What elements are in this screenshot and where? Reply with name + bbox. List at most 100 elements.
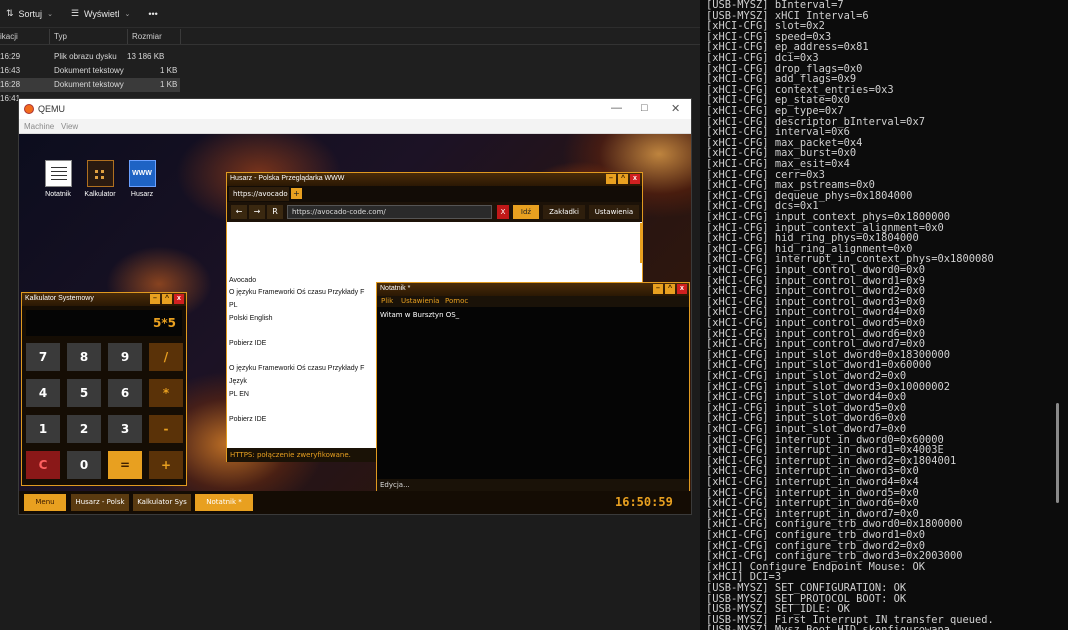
- forward-button[interactable]: →: [249, 205, 265, 219]
- file-size: 13 186 KB: [127, 52, 165, 61]
- calc-key-equals[interactable]: =: [108, 451, 142, 479]
- terminal-line: [USB-MYSZ] SET_CONFIGURATION: OK: [706, 582, 907, 594]
- desktop-icon-calculator[interactable]: Kalkulator: [77, 160, 123, 198]
- qemu-menubar: Machine View: [19, 119, 691, 134]
- menu-view[interactable]: View: [61, 122, 78, 131]
- calc-key-3[interactable]: 3: [108, 415, 142, 443]
- url-input[interactable]: https://avocado-code.com/: [287, 205, 492, 219]
- terminal-line: [xHCI-CFG] input_slot_dword7=0x0: [706, 423, 907, 435]
- taskbar-item-notepad[interactable]: Notatnik *: [195, 494, 253, 511]
- reload-button[interactable]: R: [267, 205, 283, 219]
- column-header-size[interactable]: Rozmiar: [132, 32, 162, 41]
- page-language-links[interactable]: Polski English: [229, 315, 273, 322]
- calc-key-2[interactable]: 2: [67, 415, 101, 443]
- minimize-button[interactable]: –: [150, 294, 160, 304]
- calculator-window: Kalkulator Systemowy – ^ x 5*5 7 8 9/ 4 5 6 * 1…: [21, 292, 187, 486]
- taskbar-item-browser[interactable]: Husarz - Polsk: [71, 494, 129, 511]
- stop-button[interactable]: X: [497, 205, 509, 219]
- terminal-line: [xHCI-CFG] input_control_dword0=0x0: [706, 264, 925, 276]
- page-download-link[interactable]: Pobierz IDE: [229, 340, 266, 347]
- terminal-line: [xHCI-CFG] input_control_dword5=0x0: [706, 317, 925, 329]
- calc-key-multiply[interactable]: *: [149, 379, 183, 407]
- calc-key-9[interactable]: 9: [108, 343, 142, 371]
- calculator-title: Kalkulator Systemowy: [25, 295, 94, 302]
- new-tab-button[interactable]: +: [291, 188, 302, 199]
- file-row-selected[interactable]: 16:28 Dokument tekstowy 1 KB: [0, 78, 180, 92]
- page-nav-links[interactable]: O języku Frameworki Oś czasu Przykłady F: [229, 289, 364, 296]
- calc-key-clear[interactable]: C: [26, 451, 60, 479]
- calculator-titlebar[interactable]: Kalkulator Systemowy – ^ x: [22, 293, 186, 306]
- maximize-button[interactable]: ^: [665, 284, 675, 294]
- minimize-button[interactable]: —: [611, 102, 622, 114]
- column-divider[interactable]: [127, 29, 128, 44]
- notepad-status: Edycja...: [377, 479, 689, 491]
- calculator-display: 5*5: [26, 310, 182, 336]
- calc-key-0[interactable]: 0: [67, 451, 101, 479]
- more-options-button[interactable]: •••: [148, 9, 157, 19]
- file-row[interactable]: 16:29 Plik obrazu dysku 13 186 KB: [0, 50, 180, 64]
- calc-key-divide[interactable]: /: [149, 343, 183, 371]
- taskbar-item-calculator[interactable]: Kalkulator Sys: [133, 494, 191, 511]
- calc-key-5[interactable]: 5: [67, 379, 101, 407]
- maximize-button[interactable]: ^: [162, 294, 172, 304]
- back-button[interactable]: ←: [231, 205, 247, 219]
- menu-help[interactable]: Pomoc: [445, 297, 468, 305]
- calc-key-add[interactable]: +: [149, 451, 183, 479]
- column-header-type[interactable]: Typ: [54, 32, 67, 41]
- column-header-date[interactable]: ikacji: [0, 32, 18, 41]
- close-button[interactable]: ✕: [671, 102, 680, 115]
- notepad-text-area[interactable]: Witam w Bursztyn OS_: [377, 307, 689, 479]
- column-divider[interactable]: [49, 29, 50, 44]
- go-button[interactable]: Idź: [513, 205, 539, 219]
- terminal-line: [xHCI-CFG] ep_type=0x7: [706, 105, 844, 117]
- terminal-scrollbar[interactable]: [1056, 403, 1059, 503]
- browser-navbar: ← → R https://avocado-code.com/ X Idź Za…: [227, 202, 642, 222]
- column-divider[interactable]: [180, 29, 181, 44]
- calc-key-6[interactable]: 6: [108, 379, 142, 407]
- minimize-button[interactable]: –: [606, 174, 616, 184]
- calc-key-8[interactable]: 8: [67, 343, 101, 371]
- page-nav-links[interactable]: O języku Frameworki Oś czasu Przykłady F: [229, 365, 364, 372]
- start-menu-button[interactable]: Menu: [24, 494, 66, 511]
- terminal-line: [USB-MYSZ] bInterval=7: [706, 0, 844, 11]
- file-size: 1 KB: [160, 66, 178, 75]
- chevron-down-icon: ⌄: [47, 10, 53, 18]
- qemu-titlebar[interactable]: QEMU — □ ✕: [19, 99, 691, 119]
- notepad-titlebar[interactable]: Notatnik * – ^ x: [377, 283, 689, 296]
- browser-tab[interactable]: https://avocado: [229, 187, 289, 201]
- close-button[interactable]: x: [630, 174, 640, 184]
- guest-screen[interactable]: Notatnik Kalkulator WWW Husarz Husarz - …: [19, 134, 691, 514]
- menu-file[interactable]: Plik: [381, 297, 393, 305]
- view-button[interactable]: ☰ Wyświetl ⌄: [71, 8, 130, 19]
- menu-machine[interactable]: Machine: [24, 122, 54, 131]
- page-language-links[interactable]: PL EN: [229, 391, 249, 398]
- file-type: Dokument tekstowy: [54, 66, 124, 75]
- calc-key-1[interactable]: 1: [26, 415, 60, 443]
- calc-key-4[interactable]: 4: [26, 379, 60, 407]
- close-button[interactable]: x: [677, 284, 687, 294]
- terminal-line: [xHCI-CFG] input_slot_dword2=0x0: [706, 370, 907, 382]
- bookmarks-button[interactable]: Zakładki: [543, 205, 585, 219]
- calc-key-7[interactable]: 7: [26, 343, 60, 371]
- page-download-link[interactable]: Pobierz IDE: [229, 416, 266, 423]
- notepad-window: Notatnik * – ^ x Plik Ustawienia Pomoc W…: [376, 282, 690, 492]
- browser-titlebar[interactable]: Husarz - Polska Przeglądarka WWW – ^ x: [227, 173, 642, 186]
- maximize-button[interactable]: ^: [618, 174, 628, 184]
- taskbar: Menu Husarz - Polsk Kalkulator Sys Notat…: [19, 491, 691, 514]
- calc-key-subtract[interactable]: -: [149, 415, 183, 443]
- browser-scrollbar[interactable]: [640, 223, 643, 263]
- sort-button[interactable]: ⇅ Sortuj ⌄: [6, 8, 53, 19]
- desktop-icon-notepad[interactable]: Notatnik: [35, 160, 81, 198]
- desktop-icon-browser[interactable]: WWW Husarz: [119, 160, 165, 198]
- minimize-button[interactable]: –: [653, 284, 663, 294]
- terminal-output[interactable]: [USB-MYSZ] bInterval=7 [USB-MYSZ] xHCI In…: [700, 0, 1068, 630]
- maximize-button[interactable]: □: [641, 102, 648, 114]
- calculator-icon: [86, 160, 114, 187]
- file-row[interactable]: 16:43 Dokument tekstowy 1 KB: [0, 64, 180, 78]
- settings-button[interactable]: Ustawienia: [589, 205, 639, 219]
- file-type: Plik obrazu dysku: [54, 52, 117, 61]
- menu-settings[interactable]: Ustawienia: [401, 297, 439, 305]
- terminal-line: [xHCI-CFG] input_context_phys=0x1800000: [706, 211, 950, 223]
- close-button[interactable]: x: [174, 294, 184, 304]
- file-size: 1 KB: [160, 80, 178, 89]
